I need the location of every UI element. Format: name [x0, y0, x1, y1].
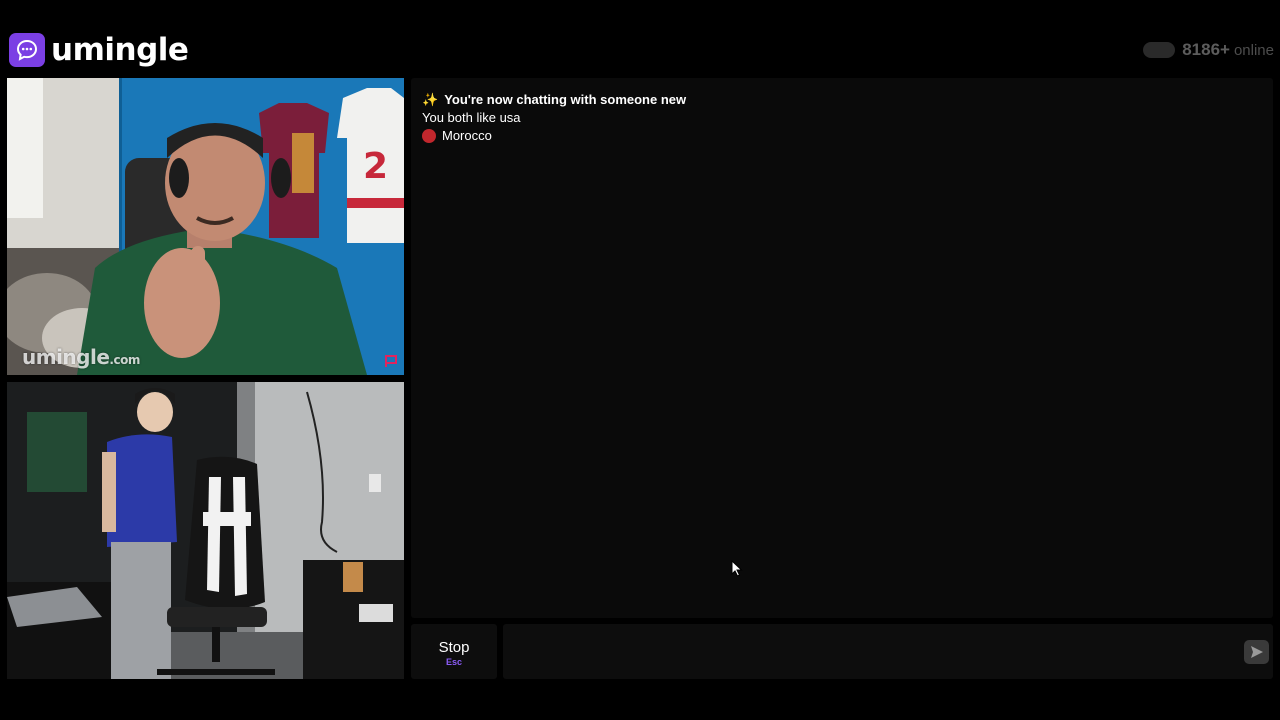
common-interest: You both like usa — [422, 110, 521, 125]
chat-panel: ✨ You're now chatting with someone new Yo… — [411, 78, 1273, 618]
chat-bubble-icon — [9, 33, 45, 67]
report-flag-icon[interactable] — [383, 354, 399, 368]
brand-logo[interactable]: umingle — [9, 32, 189, 68]
stop-button[interactable]: Stop Esc — [411, 624, 497, 679]
system-message-text: You're now chatting with someone new — [444, 92, 687, 107]
message-input[interactable] — [503, 624, 1273, 679]
brand-name: umingle — [51, 32, 189, 68]
stop-shortcut: Esc — [445, 657, 462, 667]
self-video — [7, 382, 404, 679]
umingle-watermark: umingle.com — [22, 345, 140, 369]
sparkle-icon: ✨ — [422, 92, 439, 107]
send-arrow-icon — [1250, 646, 1263, 658]
system-message: ✨ You're now chatting with someone new — [422, 92, 686, 108]
stranger-video: 2 umingle.com — [7, 78, 404, 375]
online-label: online — [1233, 41, 1274, 59]
stranger-country: Morocco — [422, 128, 492, 143]
mouse-cursor-icon — [731, 560, 743, 577]
send-button[interactable] — [1244, 640, 1269, 664]
online-toggle[interactable] — [1143, 42, 1176, 58]
online-count: 8186+ — [1182, 40, 1230, 59]
country-label: Morocco — [442, 128, 492, 143]
online-indicator: 8186+ online — [1143, 40, 1274, 60]
stop-label: Stop — [438, 639, 470, 656]
svg-text:2: 2 — [363, 146, 388, 187]
morocco-flag-icon — [422, 128, 436, 143]
